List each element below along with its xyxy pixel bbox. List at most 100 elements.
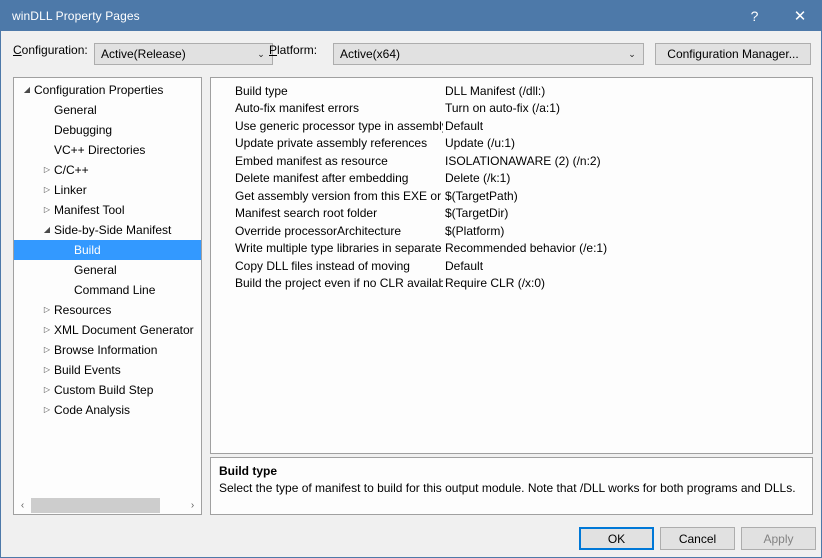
property-row[interactable]: Write multiple type libraries in separat… [211, 240, 812, 258]
property-value[interactable]: Default [443, 119, 812, 133]
property-row[interactable]: Copy DLL files instead of moving Default [211, 257, 812, 275]
property-row[interactable]: Build the project even if no CLR availab… [211, 275, 812, 293]
tree-item-label: Code Analysis [54, 403, 131, 417]
property-value[interactable]: Recommended behavior (/e:1) [443, 241, 812, 255]
tree-item-configuration-properties[interactable]: ◢ Configuration Properties [14, 80, 201, 100]
collapsed-triangle-icon[interactable]: ▷ [40, 386, 54, 394]
tree-item-label: Linker [54, 183, 87, 197]
configuration-toolbar: Configuration: Active(Release) ⌄ Platfor… [1, 31, 821, 71]
tree-item-linker[interactable]: ▷ Linker [14, 180, 201, 200]
property-name: Use generic processor type in assembly r… [235, 118, 443, 133]
description-panel: Build type Select the type of manifest t… [210, 457, 813, 515]
tree-horizontal-scrollbar[interactable]: ‹ › [14, 495, 201, 514]
property-row[interactable]: Use generic processor type in assembly r… [211, 117, 812, 135]
scroll-right-icon[interactable]: › [184, 497, 201, 514]
property-value[interactable]: $(Platform) [443, 224, 812, 238]
property-value[interactable]: Turn on auto-fix (/a:1) [443, 101, 812, 115]
apply-label: Apply [763, 531, 794, 546]
property-name: Update private assembly references [235, 136, 428, 151]
tree-item-label: Manifest Tool [54, 203, 125, 217]
collapsed-triangle-icon[interactable]: ▷ [40, 326, 54, 334]
ok-button[interactable]: OK [579, 527, 654, 550]
tree-item-resources[interactable]: ▷ Resources [14, 300, 201, 320]
apply-button[interactable]: Apply [741, 527, 816, 550]
description-title: Build type [219, 464, 278, 478]
configuration-combo[interactable]: Active(Release) ⌄ [94, 43, 273, 65]
tree-item-build-events[interactable]: ▷ Build Events [14, 360, 201, 380]
cancel-label: Cancel [678, 531, 717, 546]
tree-item-label: XML Document Generator [54, 323, 194, 337]
tree-item-label: Side-by-Side Manifest [54, 223, 172, 237]
configuration-tree[interactable]: ◢ Configuration Properties General Debuggin… [14, 80, 201, 496]
collapsed-triangle-icon[interactable]: ▷ [40, 346, 54, 354]
tree-item-debugging[interactable]: Debugging [14, 120, 201, 140]
collapsed-triangle-icon[interactable]: ▷ [40, 166, 54, 174]
property-value[interactable]: DLL Manifest (/dll:) [443, 84, 812, 98]
property-value[interactable]: ISOLATIONAWARE (2) (/n:2) [443, 154, 812, 168]
cancel-button[interactable]: Cancel [660, 527, 735, 550]
property-row[interactable]: Embed manifest as resource ISOLATIONAWARE… [211, 152, 812, 170]
property-name: Build type [235, 83, 288, 98]
close-icon[interactable]: ✕ [777, 1, 821, 31]
tree-item-general[interactable]: General [14, 260, 201, 280]
tree-item-label: Resources [54, 303, 112, 317]
property-grid[interactable]: Build type DLL Manifest (/dll:) Auto-fix m… [210, 77, 813, 454]
tree-item-general[interactable]: General [14, 100, 201, 120]
ok-label: OK [607, 531, 626, 546]
scrollbar-thumb[interactable] [31, 497, 160, 513]
tree-item-custom-build-step[interactable]: ▷ Custom Build Step [14, 380, 201, 400]
property-value[interactable]: $(TargetDir) [443, 206, 812, 220]
tree-item-code-analysis[interactable]: ▷ Code Analysis [14, 400, 201, 420]
property-value[interactable]: Delete (/k:1) [443, 171, 812, 185]
scrollbar-track[interactable] [31, 496, 184, 514]
collapsed-triangle-icon[interactable]: ▷ [40, 206, 54, 214]
chevron-down-icon: ⌄ [628, 48, 636, 59]
tree-item-label: Build Events [54, 363, 121, 377]
tree-item-vc-directories[interactable]: VC++ Directories [14, 140, 201, 160]
property-list: Build type DLL Manifest (/dll:) Auto-fix m… [211, 78, 812, 292]
property-value[interactable]: Update (/u:1) [443, 136, 812, 150]
window-controls: ? ✕ [732, 1, 821, 31]
property-row[interactable]: Delete manifest after embedding Delete (/… [211, 170, 812, 188]
expanded-triangle-icon[interactable]: ◢ [40, 226, 54, 234]
tree-item-label: Command Line [74, 283, 156, 297]
collapsed-triangle-icon[interactable]: ▷ [40, 306, 54, 314]
tree-item-command-line[interactable]: Command Line [14, 280, 201, 300]
platform-combo-value: Active(x64) [340, 47, 401, 61]
configuration-label: Configuration: [13, 43, 88, 57]
property-row[interactable]: Update private assembly references Update… [211, 135, 812, 153]
platform-combo[interactable]: Active(x64) ⌄ [333, 43, 644, 65]
platform-label: Platform: [269, 43, 318, 57]
property-name: Delete manifest after embedding [235, 171, 409, 186]
property-value[interactable]: $(TargetPath) [443, 189, 812, 203]
expanded-triangle-icon[interactable]: ◢ [20, 86, 34, 94]
tree-item-build[interactable]: Build [14, 240, 201, 260]
property-name: Get assembly version from this EXE or DL… [235, 188, 443, 203]
scroll-left-icon[interactable]: ‹ [14, 497, 31, 514]
window-title: winDLL Property Pages [12, 9, 140, 23]
property-row[interactable]: Manifest search root folder $(TargetDir) [211, 205, 812, 223]
property-name: Auto-fix manifest errors [235, 101, 360, 116]
property-row[interactable]: Get assembly version from this EXE or DL… [211, 187, 812, 205]
collapsed-triangle-icon[interactable]: ▷ [40, 366, 54, 374]
collapsed-triangle-icon[interactable]: ▷ [40, 406, 54, 414]
help-icon[interactable]: ? [732, 1, 777, 31]
property-pages-dialog: winDLL Property Pages ? ✕ Configuration:… [0, 0, 822, 558]
tree-item-side-by-side-manifest[interactable]: ◢ Side-by-Side Manifest [14, 220, 201, 240]
property-row[interactable]: Override processorArchitecture $(Platform… [211, 222, 812, 240]
collapsed-triangle-icon[interactable]: ▷ [40, 186, 54, 194]
tree-item-label: Configuration Properties [34, 83, 164, 97]
configuration-manager-button[interactable]: Configuration Manager... [655, 43, 811, 65]
property-row[interactable]: Build type DLL Manifest (/dll:) [211, 82, 812, 100]
tree-item-c-c[interactable]: ▷ C/C++ [14, 160, 201, 180]
tree-item-browse-information[interactable]: ▷ Browse Information [14, 340, 201, 360]
tree-item-xml-document-generator[interactable]: ▷ XML Document Generator [14, 320, 201, 340]
tree-item-label: Build [74, 243, 101, 257]
property-name: Embed manifest as resource [235, 153, 388, 168]
property-value[interactable]: Require CLR (/x:0) [443, 276, 812, 290]
tree-item-label: VC++ Directories [54, 143, 146, 157]
property-value[interactable]: Default [443, 259, 812, 273]
property-row[interactable]: Auto-fix manifest errors Turn on auto-fix… [211, 100, 812, 118]
configuration-manager-label: Configuration Manager... [667, 47, 799, 61]
tree-item-manifest-tool[interactable]: ▷ Manifest Tool [14, 200, 201, 220]
